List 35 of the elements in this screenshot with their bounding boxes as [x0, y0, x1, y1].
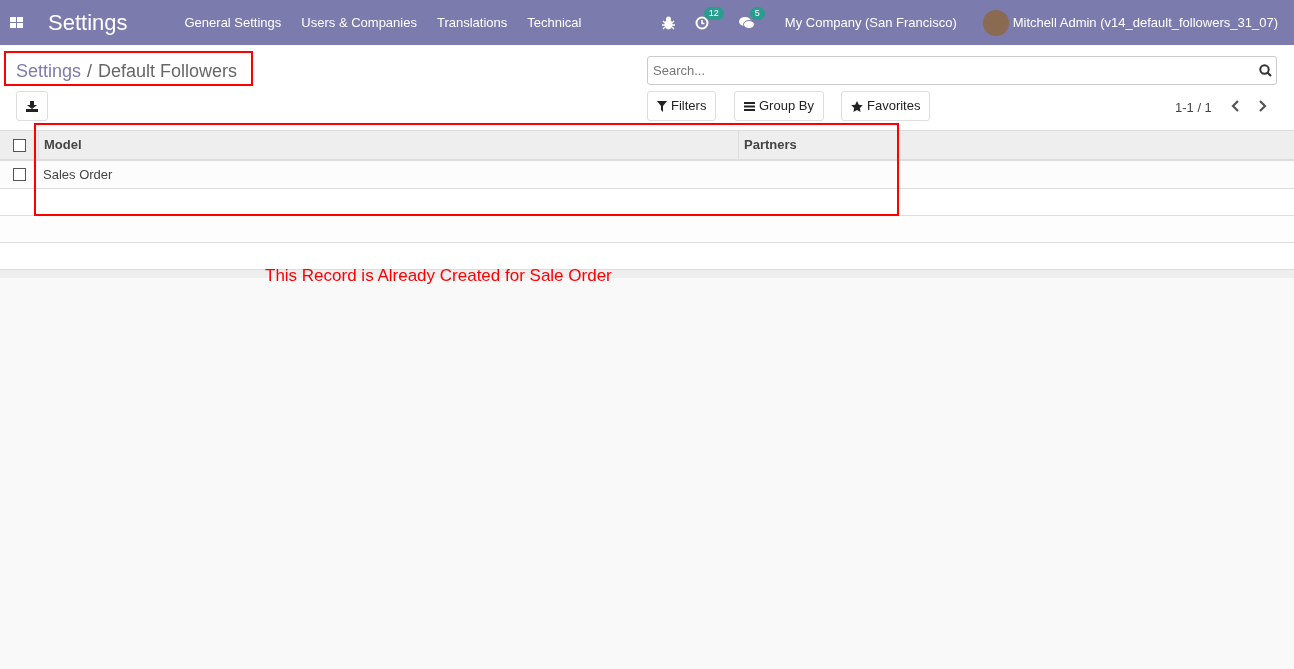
column-header[interactable]: Model	[38, 131, 738, 159]
filter-menu-button[interactable]: Filters	[647, 91, 717, 121]
filter-menu-button[interactable]: Favorites	[841, 91, 931, 121]
download-icon	[26, 100, 38, 112]
chevron-left-icon[interactable]	[1231, 100, 1240, 112]
annotation-text: This Record is Already Created for Sale Order	[265, 265, 612, 287]
list-icon	[744, 101, 755, 111]
app-title[interactable]: Settings	[48, 6, 128, 39]
breadcrumb-current: Default Followers	[98, 60, 238, 83]
chat-icon[interactable]	[738, 15, 755, 30]
breadcrumb-link[interactable]: Settings	[16, 58, 82, 85]
user-menu[interactable]: Mitchell Admin (v14_default_followers_31_07)	[1012, 12, 1278, 33]
table-cell-text: Sales Order	[43, 165, 113, 184]
column-header[interactable]: Partners	[738, 131, 1294, 159]
filter-menu-button[interactable]: Group By	[734, 91, 824, 121]
star-icon	[851, 100, 863, 112]
breadcrumb-separator: /	[87, 60, 93, 83]
chevron-right-icon[interactable]	[1258, 100, 1267, 112]
activity-count-badge: 12	[703, 6, 724, 20]
filter-icon	[657, 100, 667, 112]
search-field[interactable]: Search...	[647, 56, 1277, 85]
bug-icon[interactable]	[661, 15, 675, 30]
menu-item[interactable]: Translations	[426, 12, 518, 33]
checkbox[interactable]	[12, 168, 26, 181]
checkbox[interactable]	[12, 138, 26, 152]
menu-item[interactable]: Users & Companies	[291, 12, 427, 33]
search-icon[interactable]	[1259, 64, 1272, 77]
menu-item[interactable]: General Settings	[174, 12, 292, 33]
company-switcher[interactable]: My Company (San Francisco)	[784, 12, 957, 33]
pager-value[interactable]: 1-1 / 1	[1175, 98, 1212, 118]
apps-menu-icon[interactable]	[10, 16, 23, 29]
menu-item[interactable]: Technical	[517, 12, 592, 33]
message-count-badge: 5	[749, 6, 765, 20]
export-button[interactable]	[16, 91, 48, 121]
clock-icon[interactable]	[694, 15, 709, 30]
